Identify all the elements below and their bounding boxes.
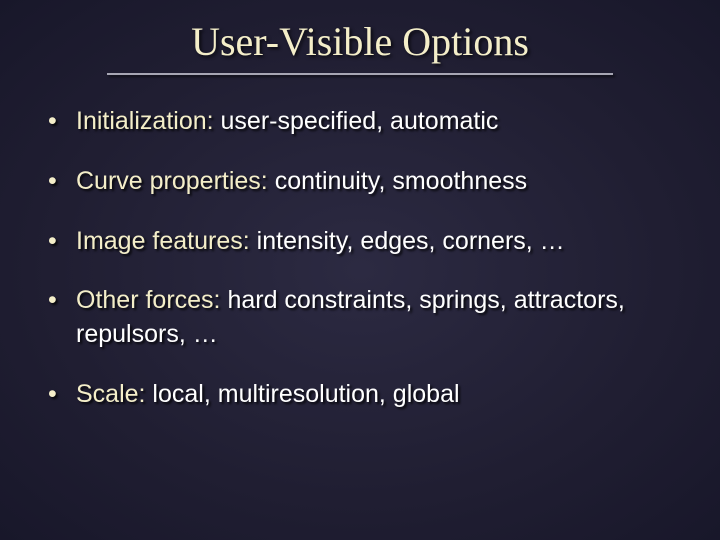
item-detail: local, multiresolution, global xyxy=(145,380,459,408)
list-item: Initialization: user-specified, automati… xyxy=(44,105,676,139)
list-item: Image features: intensity, edges, corner… xyxy=(44,225,676,259)
list-item: Scale: local, multiresolution, global xyxy=(44,378,676,412)
slide-title: User-Visible Options xyxy=(44,18,676,65)
divider xyxy=(107,73,613,75)
bullet-list: Initialization: user-specified, automati… xyxy=(44,105,676,412)
item-label: Other forces: xyxy=(76,286,221,314)
item-label: Image features: xyxy=(76,227,250,255)
item-detail: intensity, edges, corners, … xyxy=(250,227,565,255)
item-detail: continuity, smoothness xyxy=(268,167,527,195)
item-label: Initialization: xyxy=(76,107,214,135)
slide: User-Visible Options Initialization: use… xyxy=(0,0,720,540)
item-label: Curve properties: xyxy=(76,167,268,195)
list-item: Curve properties: continuity, smoothness xyxy=(44,165,676,199)
list-item: Other forces: hard constraints, springs,… xyxy=(44,284,676,352)
item-detail: user-specified, automatic xyxy=(214,107,499,135)
item-label: Scale: xyxy=(76,380,145,408)
